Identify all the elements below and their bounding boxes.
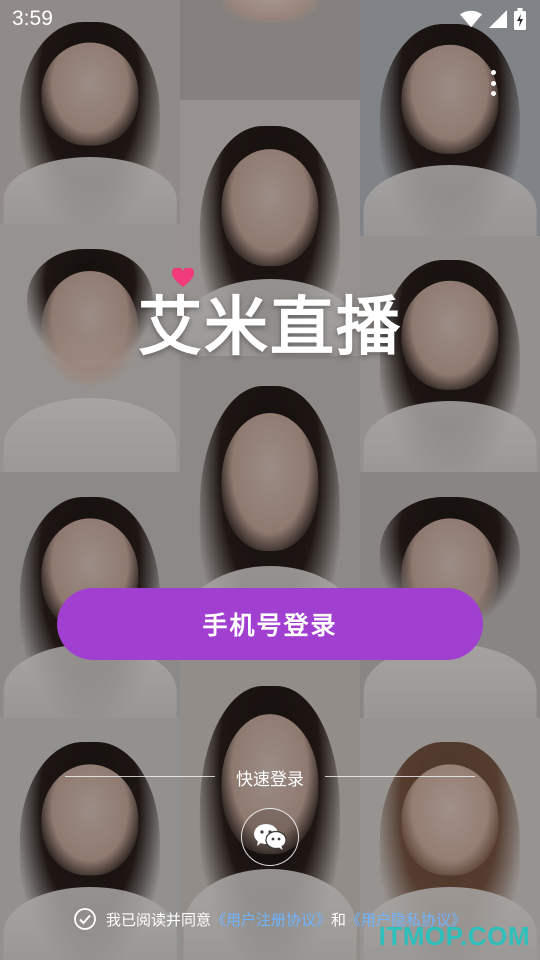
status-time: 3:59 (12, 7, 53, 30)
agreement-conjunction: 和 (331, 910, 347, 929)
user-agreement-link[interactable]: 《用户注册协议》 (211, 909, 331, 930)
agreement-prefix: 我已阅读并同意 (106, 910, 212, 929)
wifi-icon (460, 10, 482, 28)
heart-icon (172, 268, 194, 288)
wechat-login-button[interactable] (241, 808, 299, 866)
watermark: ITMOP.COM (378, 921, 530, 951)
status-bar: 3:59 (0, 0, 540, 38)
wechat-icon (254, 824, 287, 850)
checkbox-checked-icon[interactable] (74, 908, 96, 930)
cellular-signal-icon (489, 10, 507, 28)
quick-login-label: 快速登录 (236, 770, 304, 790)
app-logo-text: 艾米直播 (138, 291, 402, 365)
more-options-icon[interactable] (488, 70, 498, 96)
phone-login-button[interactable]: 手机号登录 (57, 588, 483, 660)
quick-login-divider: 快速登录 (65, 765, 475, 790)
battery-charging-icon (514, 8, 526, 30)
app-logo: 艾米直播 (0, 268, 540, 368)
